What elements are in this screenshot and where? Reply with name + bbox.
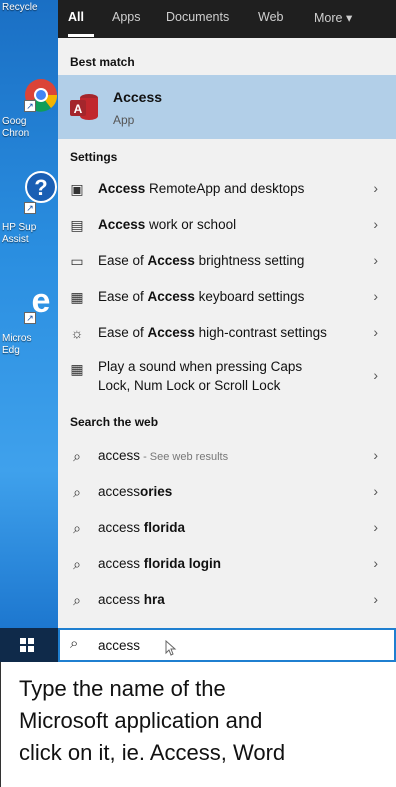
shortcut-arrow-icon: ↗ [24, 202, 36, 214]
chevron-right-icon: › [373, 288, 378, 304]
access-app-icon: A [70, 94, 98, 120]
web-result-item[interactable]: ⌕ access florida login › [58, 546, 396, 582]
shortcut-arrow-icon: ↗ [24, 100, 36, 112]
settings-item[interactable]: ▭ Ease of Access brightness setting › [58, 243, 396, 279]
web-result-label: access florida login [98, 556, 222, 571]
search-icon: ⌕ [73, 484, 81, 500]
taskbar-search-box[interactable]: ⌕ access [58, 628, 396, 662]
web-result-label: access florida [98, 520, 186, 535]
chevron-down-icon: ▾ [345, 11, 353, 25]
edge-icon[interactable]: e [24, 282, 58, 316]
search-icon: ⌕ [73, 520, 81, 536]
tab-more-label: More [314, 11, 343, 25]
chevron-right-icon: › [373, 591, 378, 607]
windows-start-icon[interactable] [20, 638, 34, 652]
search-web-header: Search the web [70, 415, 159, 429]
chevron-right-icon: › [373, 252, 378, 268]
web-result-label: access - See web results [98, 448, 229, 463]
settings-item-label-line2: Lock, Num Lock or Scroll Lock [98, 378, 281, 393]
desktop-label-hp-1: HP Sup [2, 222, 37, 233]
hp-support-icon[interactable]: ? [24, 170, 58, 204]
best-match-header: Best match [70, 55, 135, 69]
svg-text:A: A [74, 102, 83, 116]
chevron-right-icon: › [373, 447, 378, 463]
keyboard-icon: ▦ [70, 361, 84, 377]
web-result-item[interactable]: ⌕ accessories › [58, 474, 396, 510]
tab-active-indicator [68, 34, 94, 37]
chevron-right-icon: › [373, 483, 378, 499]
screen: Recycle ↗ Goog Chron ? ↗ HP Sup Assist e… [0, 0, 396, 662]
desktop: Recycle ↗ Goog Chron ? ↗ HP Sup Assist e… [0, 0, 58, 628]
settings-item[interactable]: ▣ Access RemoteApp and desktops › [58, 171, 396, 207]
tab-all[interactable]: All [68, 10, 84, 24]
brightness-icon: ☼ [70, 325, 84, 341]
search-icon: ⌕ [73, 448, 81, 464]
search-icon: ⌕ [70, 635, 79, 652]
web-result-label: accessories [98, 484, 173, 499]
remoteapp-icon: ▣ [70, 181, 84, 197]
chevron-right-icon: › [373, 519, 378, 535]
settings-item[interactable]: ▦ Play a sound when pressing Caps Lock, … [58, 351, 396, 401]
desktop-label-edge-2: Edg [2, 345, 20, 356]
best-match-subtitle: App [113, 113, 135, 127]
tab-more[interactable]: More ▾ [314, 10, 352, 25]
chevron-right-icon: › [373, 180, 378, 196]
chevron-right-icon: › [373, 555, 378, 571]
briefcase-icon: ▤ [70, 217, 84, 233]
settings-item-label: Ease of Access high-contrast settings [98, 325, 327, 340]
chevron-right-icon: › [373, 216, 378, 232]
monitor-icon: ▭ [70, 253, 84, 269]
tab-documents[interactable]: Documents [166, 10, 229, 24]
desktop-label-chrome-2: Chron [2, 128, 30, 139]
desktop-label-recycle: Recycle [2, 2, 38, 13]
search-tabs: All Apps Documents Web More ▾ [58, 0, 396, 38]
caption-line-1: Type the name of the [19, 676, 226, 701]
web-result-label: access hra [98, 592, 165, 607]
svg-text:?: ? [34, 175, 47, 200]
desktop-label-hp-2: Assist [2, 234, 29, 245]
search-icon: ⌕ [73, 592, 81, 608]
web-result-item[interactable]: ⌕ access - See web results › [58, 438, 396, 474]
settings-item-label-line1: Play a sound when pressing Caps [98, 359, 303, 374]
best-match-item[interactable]: A Access App [58, 75, 396, 139]
settings-header: Settings [70, 150, 118, 164]
tab-apps[interactable]: Apps [112, 10, 141, 24]
best-match-title: Access [113, 89, 163, 105]
caption-line-3: click on it, ie. Access, Word [19, 740, 286, 765]
settings-item-label: Ease of Access brightness setting [98, 253, 305, 268]
instruction-caption: Type the name of the Microsoft applicati… [0, 662, 396, 787]
search-input-value: access [98, 638, 141, 653]
settings-item[interactable]: ▦ Ease of Access keyboard settings › [58, 279, 396, 315]
settings-item-label: Access work or school [98, 217, 237, 232]
shortcut-arrow-icon: ↗ [24, 312, 36, 324]
settings-item-label: Ease of Access keyboard settings [98, 289, 305, 304]
start-search-panel: All Apps Documents Web More ▾ Best match… [58, 0, 396, 628]
svg-text:e: e [32, 282, 51, 316]
web-result-item[interactable]: ⌕ access hra › [58, 582, 396, 618]
mouse-cursor-icon [165, 640, 177, 656]
tab-web[interactable]: Web [258, 10, 283, 24]
chevron-right-icon: › [373, 367, 378, 383]
desktop-label-edge-1: Micros [2, 333, 32, 344]
settings-item[interactable]: ▤ Access work or school › [58, 207, 396, 243]
search-icon: ⌕ [73, 556, 81, 572]
caption-line-2: Microsoft application and [19, 708, 263, 733]
desktop-label-chrome-1: Goog [2, 116, 27, 127]
settings-item-label: Access RemoteApp and desktops [98, 181, 305, 196]
settings-item[interactable]: ☼ Ease of Access high-contrast settings … [58, 315, 396, 351]
chevron-right-icon: › [373, 324, 378, 340]
keyboard-icon: ▦ [70, 289, 84, 305]
web-result-item[interactable]: ⌕ access florida › [58, 510, 396, 546]
